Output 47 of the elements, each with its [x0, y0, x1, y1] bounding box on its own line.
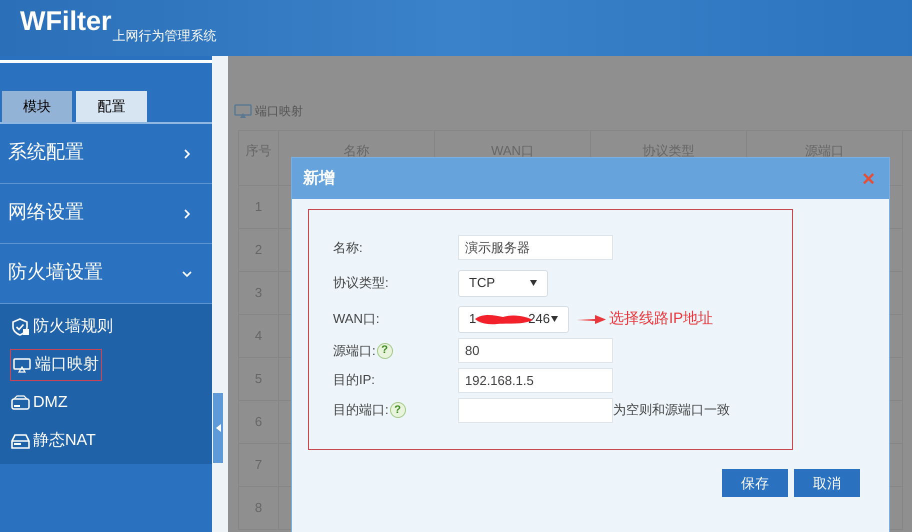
shield-icon — [11, 318, 30, 336]
drive-icon — [11, 432, 30, 450]
subtitle-text: 上网行为管理系统 — [112, 28, 216, 44]
submenu-item[interactable]: 端口映射 — [10, 349, 102, 381]
triangle-left-icon — [216, 424, 220, 432]
input-field[interactable]: 192.168.1.5 — [458, 368, 613, 392]
submenu-item-label: 静态NAT — [33, 430, 96, 451]
menu-item-label: 防火墙设置 — [8, 261, 103, 286]
submenu-item[interactable]: DMZ — [10, 387, 69, 419]
input-field[interactable] — [458, 398, 613, 422]
sidebar-tab[interactable]: 模块 — [2, 91, 72, 122]
field-label: 源端口: — [333, 342, 376, 360]
submenu-item-label: DMZ — [33, 393, 68, 413]
field-label: 目的IP: — [333, 371, 375, 390]
caret-down-icon — [530, 280, 537, 286]
sidebar-tab[interactable]: 配置 — [76, 91, 147, 122]
chevron-right-icon — [182, 208, 192, 218]
collapse-handle[interactable] — [213, 393, 223, 463]
help-icon[interactable]: ? — [390, 402, 406, 418]
page-title: 端口映射 — [255, 103, 303, 120]
field-label: 目的端口: — [333, 401, 389, 420]
caret-down-icon — [551, 316, 558, 322]
logo-text: WFilter — [20, 5, 112, 38]
field-label: 协议类型: — [333, 274, 389, 292]
input-field[interactable]: 演示服务器 — [458, 235, 613, 260]
field-label: 名称: — [333, 238, 363, 257]
chevron-down-icon — [182, 268, 192, 278]
input-field[interactable]: 80 — [458, 338, 613, 363]
submenu-item[interactable]: 防火墙规则 — [10, 311, 114, 343]
select-field[interactable]: 1 246 — [458, 306, 569, 332]
help-icon[interactable]: ? — [376, 342, 393, 358]
field-label: WAN口: — [333, 310, 380, 328]
monitor-icon — [234, 104, 252, 118]
submenu-item[interactable]: 静态NAT — [10, 425, 97, 457]
menu-item-label: 系统配置 — [8, 141, 84, 166]
field-note: 为空则和源端口一致 — [613, 401, 730, 420]
dialog-button[interactable]: 保存 — [722, 469, 788, 497]
annotation-text: 选择线路IP地址 — [609, 308, 714, 329]
chevron-right-icon — [182, 148, 192, 158]
menu-item-label: 网络设置 — [8, 201, 84, 226]
submenu-item-label: 防火墙规则 — [33, 316, 113, 337]
monitor-icon — [13, 356, 32, 374]
dialog-button[interactable]: 取消 — [794, 469, 860, 497]
server-icon — [11, 394, 30, 412]
dialog-title: 新增 — [303, 168, 335, 188]
submenu-item-label: 端口映射 — [35, 354, 99, 375]
select-field[interactable]: TCP — [458, 270, 548, 296]
